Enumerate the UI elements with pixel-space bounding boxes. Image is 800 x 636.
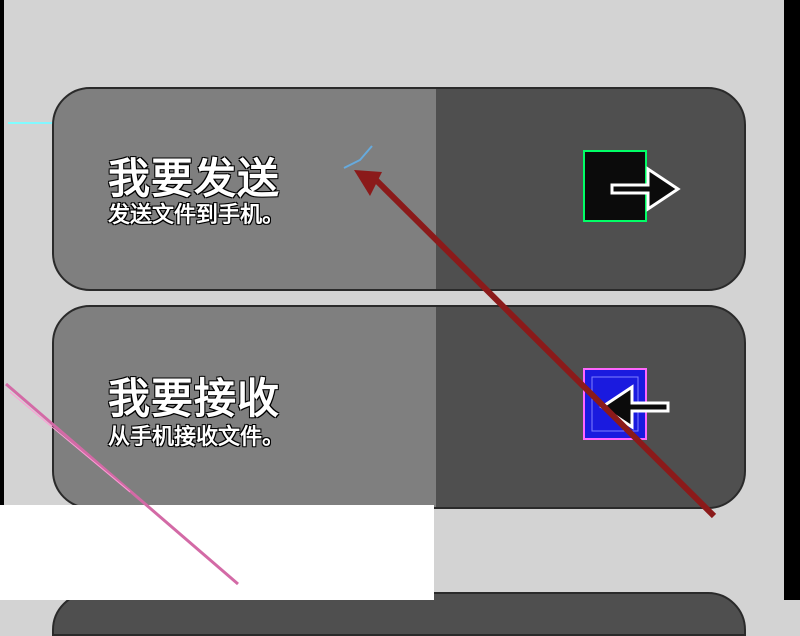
receive-card[interactable]: 我要接收 从手机接收文件。 bbox=[52, 305, 746, 509]
receive-title: 我要接收 bbox=[108, 374, 281, 423]
receive-subtitle: 从手机接收文件。 bbox=[108, 425, 285, 450]
receive-file-icon bbox=[582, 365, 692, 445]
send-card[interactable]: 我要发送 发送文件到手机。 bbox=[52, 87, 746, 291]
send-file-icon bbox=[582, 147, 692, 227]
send-subtitle: 发送文件到手机。 bbox=[108, 203, 285, 228]
bottom-left-overlay bbox=[0, 505, 434, 600]
right-window-border bbox=[784, 0, 800, 600]
